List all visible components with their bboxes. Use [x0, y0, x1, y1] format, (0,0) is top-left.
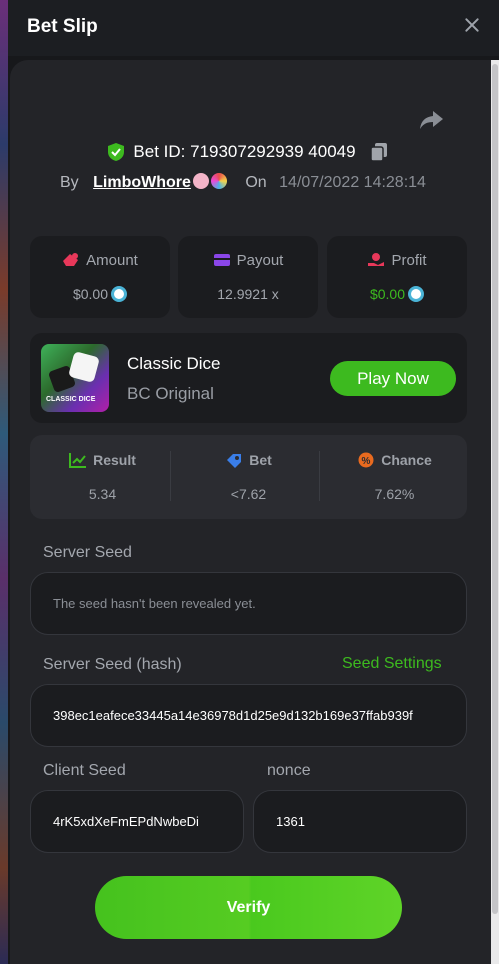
byline: By LimboWhore On 14/07/2022 14:28:14: [60, 173, 426, 192]
game-card: CLASSIC DICE Classic Dice BC Original Pl…: [30, 333, 467, 423]
bet-id-row: Bet ID: 719307292939 40049: [0, 142, 499, 167]
result-col: Result 5.34: [30, 435, 175, 519]
payout-card: Payout 12.9921 x: [178, 236, 318, 318]
profit-icon: [368, 253, 385, 266]
amount-label: Amount: [86, 252, 138, 269]
chance-col: % Chance 7.62%: [322, 435, 467, 519]
server-seed-hash-label: Server Seed (hash): [43, 656, 182, 673]
share-icon[interactable]: [418, 108, 444, 132]
server-seed-field[interactable]: The seed hasn't been revealed yet.: [30, 572, 467, 635]
client-seed-label: Client Seed: [43, 762, 126, 779]
result-label: Result: [93, 452, 136, 468]
game-name: Classic Dice: [127, 354, 221, 373]
profit-card: Profit $0.00: [327, 236, 467, 318]
shield-check-icon: [108, 143, 125, 161]
svg-text:%: %: [362, 456, 371, 467]
chance-value: 7.62%: [374, 486, 415, 502]
scrollbar-thumb[interactable]: [492, 64, 498, 914]
seed-settings-link[interactable]: Seed Settings: [342, 655, 442, 673]
coin-icon: [408, 286, 425, 302]
emoji-icon: [192, 173, 209, 189]
header: Bet Slip: [8, 0, 499, 56]
nonce-field[interactable]: 1361: [253, 790, 467, 853]
chance-icon: %: [358, 452, 374, 468]
server-seed-label: Server Seed: [43, 544, 132, 561]
payout-value: 12.9921 x: [217, 286, 279, 302]
server-seed-hash-field[interactable]: 398ec1eafece33445a14e36978d1d25e9d132b16…: [30, 684, 467, 747]
bet-col: Bet <7.62: [176, 435, 321, 519]
bet-label: Bet: [249, 452, 272, 468]
amount-icon: [63, 253, 79, 266]
page-title: Bet Slip: [27, 16, 98, 37]
divider: [170, 451, 171, 501]
game-thumbnail[interactable]: CLASSIC DICE: [41, 344, 109, 412]
result-card: Result 5.34 Bet <7.62 % Chance 7.62%: [30, 435, 467, 519]
result-value: 5.34: [88, 486, 117, 502]
on-label: On: [245, 174, 267, 191]
profit-value: $0.00: [369, 286, 406, 302]
chance-label: Chance: [381, 452, 432, 468]
by-label: By: [60, 174, 79, 191]
divider: [319, 451, 320, 501]
thumbnail-text: CLASSIC DICE: [46, 396, 96, 403]
client-seed-field[interactable]: 4rK5xdXeFmEPdNwbeDi: [30, 790, 244, 853]
game-subtitle: BC Original: [127, 384, 214, 403]
payout-label: Payout: [236, 252, 284, 269]
profit-label: Profit: [391, 252, 427, 269]
verify-button[interactable]: Verify: [95, 876, 402, 939]
amount-value: $0.00: [72, 286, 109, 302]
lollipop-icon: [210, 173, 227, 189]
close-icon[interactable]: [461, 14, 483, 36]
play-now-button[interactable]: Play Now: [330, 361, 456, 396]
result-icon: [69, 453, 87, 468]
bet-value: <7.62: [230, 486, 267, 502]
amount-card: Amount $0.00: [30, 236, 170, 318]
bet-id: Bet ID: 719307292939 40049: [133, 142, 356, 161]
bet-date: 14/07/2022 14:28:14: [279, 174, 426, 191]
username-link[interactable]: LimboWhore: [93, 174, 191, 191]
bet-icon: [227, 454, 242, 468]
copy-icon[interactable]: [369, 142, 388, 162]
coin-icon: [111, 286, 128, 302]
payout-icon: [213, 254, 230, 266]
nonce-label: nonce: [267, 762, 311, 779]
